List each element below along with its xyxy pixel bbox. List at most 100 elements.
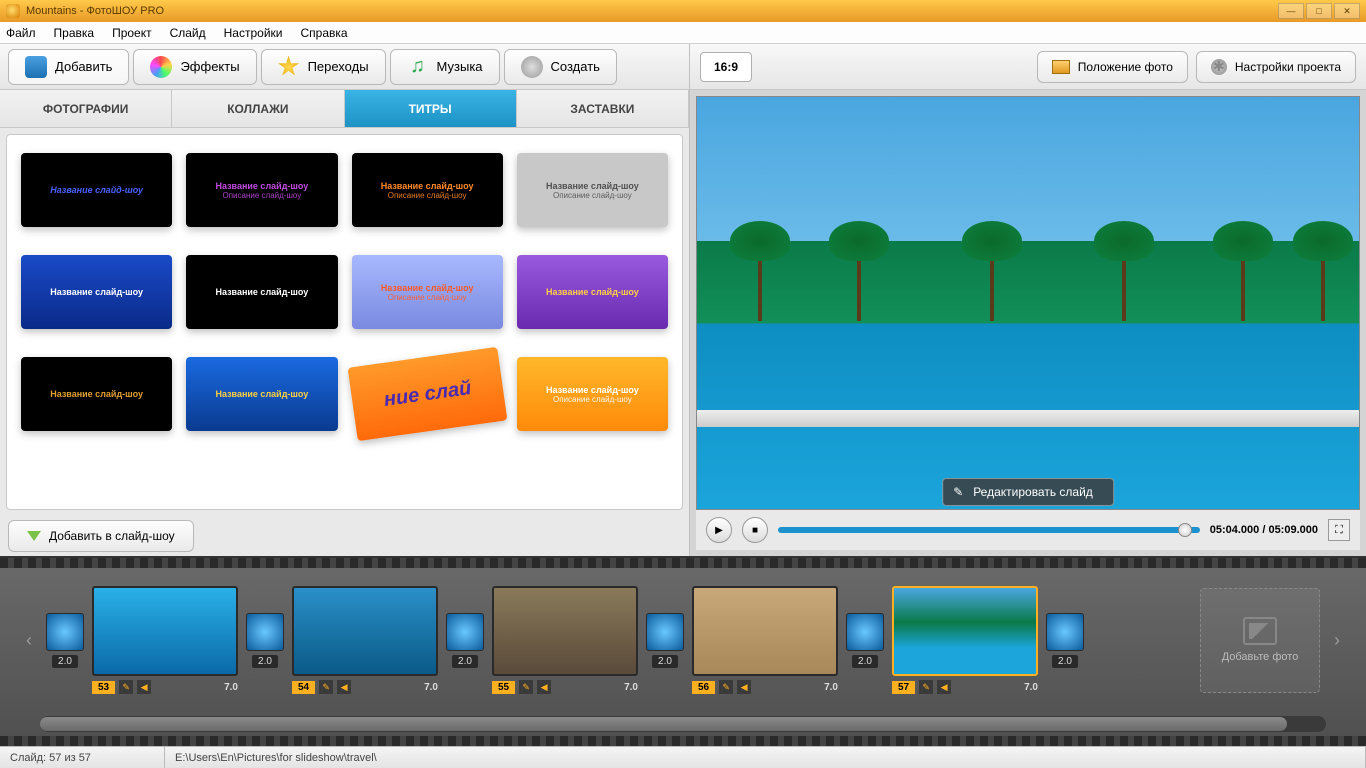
title-template-card[interactable]: Название слайд-шоу xyxy=(186,357,337,431)
slide-thumb[interactable] xyxy=(492,586,638,676)
titles-gallery[interactable]: Название слайд-шоуНазвание слайд-шоуОпис… xyxy=(6,134,683,510)
photo-position-label: Положение фото xyxy=(1078,60,1173,74)
slide-edit-icon[interactable]: ✎ xyxy=(919,680,933,694)
menu-file[interactable]: Файл xyxy=(6,26,36,40)
effects-button[interactable]: Эффекты xyxy=(133,49,256,85)
slide-duration: 7.0 xyxy=(424,682,438,693)
menu-slide[interactable]: Слайд xyxy=(170,26,206,40)
photo-position-button[interactable]: Положение фото xyxy=(1037,51,1188,83)
slide-chip: 53 ✎ ◀ 7.0 xyxy=(92,586,238,694)
transition-duration: 2.0 xyxy=(852,655,878,668)
timeline-scrollbar[interactable] xyxy=(40,716,1326,732)
title-template-card[interactable]: ние слай xyxy=(347,347,507,441)
star-icon xyxy=(278,56,300,78)
stop-button[interactable]: ■ xyxy=(742,517,768,543)
title-template-card[interactable]: Название слайд-шоу xyxy=(186,255,337,329)
transition-thumb[interactable] xyxy=(1046,613,1084,651)
timeline-next-button[interactable]: › xyxy=(1328,600,1346,680)
slide-number: 53 xyxy=(92,681,115,694)
title-card-line1: Название слайд-шоу xyxy=(546,181,639,191)
title-card-line1: Название слайд-шоу xyxy=(215,181,308,191)
title-template-card[interactable]: Название слайд-шоуОписание слайд-шоу xyxy=(517,357,668,431)
title-card-line1: Название слайд-шоу xyxy=(381,283,474,293)
slide-thumb[interactable] xyxy=(92,586,238,676)
tab-collages[interactable]: КОЛЛАЖИ xyxy=(172,90,344,127)
slide-sound-icon[interactable]: ◀ xyxy=(937,680,951,694)
music-label: Музыка xyxy=(437,59,483,74)
title-card-line1: Название слайд-шоу xyxy=(546,287,639,297)
transition-thumb[interactable] xyxy=(46,613,84,651)
title-card-line2: Описание слайд-шоу xyxy=(223,191,302,200)
timeline-prev-button[interactable]: ‹ xyxy=(20,600,38,680)
transition-chip: 2.0 xyxy=(446,613,484,668)
menu-bar: Файл Правка Проект Слайд Настройки Справ… xyxy=(0,22,1366,44)
transition-thumb[interactable] xyxy=(446,613,484,651)
right-pane: 16:9 Положение фото Настройки проекта xyxy=(690,44,1366,556)
slide-edit-icon[interactable]: ✎ xyxy=(519,680,533,694)
music-button[interactable]: ♫ Музыка xyxy=(390,49,500,85)
transition-thumb[interactable] xyxy=(246,613,284,651)
edit-slide-button[interactable]: Редактировать слайд xyxy=(942,478,1114,506)
play-button[interactable]: ▶ xyxy=(706,517,732,543)
transition-duration: 2.0 xyxy=(452,655,478,668)
project-settings-button[interactable]: Настройки проекта xyxy=(1196,51,1356,83)
transition-duration: 2.0 xyxy=(1052,655,1078,668)
close-button[interactable]: ✕ xyxy=(1334,3,1360,19)
title-card-line2: Описание слайд-шоу xyxy=(388,191,467,200)
fullscreen-button[interactable]: ⛶ xyxy=(1328,519,1350,541)
title-template-card[interactable]: Название слайд-шоуОписание слайд-шоу xyxy=(352,153,503,227)
slide-duration: 7.0 xyxy=(824,682,838,693)
title-template-card[interactable]: Название слайд-шоуОписание слайд-шоу xyxy=(352,255,503,329)
maximize-button[interactable]: □ xyxy=(1306,3,1332,19)
slide-edit-icon[interactable]: ✎ xyxy=(119,680,133,694)
transition-chip: 2.0 xyxy=(246,613,284,668)
transition-thumb[interactable] xyxy=(846,613,884,651)
title-template-card[interactable]: Название слайд-шоу xyxy=(21,153,172,227)
create-button[interactable]: Создать xyxy=(504,49,617,85)
slide-number: 55 xyxy=(492,681,515,694)
preview-image[interactable] xyxy=(696,96,1360,510)
slide-number: 57 xyxy=(892,681,915,694)
transition-duration: 2.0 xyxy=(52,655,78,668)
photo-icon xyxy=(1052,60,1070,74)
add-button[interactable]: Добавить xyxy=(8,49,129,85)
menu-settings[interactable]: Настройки xyxy=(224,26,283,40)
progress-handle[interactable] xyxy=(1178,523,1192,537)
transition-thumb[interactable] xyxy=(646,613,684,651)
status-path: E:\Users\En\Pictures\for slideshow\trave… xyxy=(165,747,1366,768)
aspect-ratio-badge[interactable]: 16:9 xyxy=(700,52,752,82)
title-template-card[interactable]: Название слайд-шоу xyxy=(21,255,172,329)
title-template-card[interactable]: Название слайд-шоуОписание слайд-шоу xyxy=(186,153,337,227)
add-to-slideshow-button[interactable]: Добавить в слайд-шоу xyxy=(8,520,194,552)
slide-thumb[interactable] xyxy=(892,586,1038,676)
add-photo-placeholder[interactable]: Добавьте фото xyxy=(1200,588,1320,693)
effects-label: Эффекты xyxy=(180,59,239,74)
tab-intros[interactable]: ЗАСТАВКИ xyxy=(517,90,689,127)
title-card-line1: Название слайд-шоу xyxy=(546,385,639,395)
title-template-card[interactable]: Название слайд-шоу xyxy=(21,357,172,431)
slide-edit-icon[interactable]: ✎ xyxy=(319,680,333,694)
slide-sound-icon[interactable]: ◀ xyxy=(337,680,351,694)
slide-thumb[interactable] xyxy=(292,586,438,676)
transition-duration: 2.0 xyxy=(652,655,678,668)
title-card-line1: Название слайд-шоу xyxy=(50,389,143,399)
tab-photos[interactable]: ФОТОГРАФИИ xyxy=(0,90,172,127)
menu-project[interactable]: Проект xyxy=(112,26,152,40)
slide-sound-icon[interactable]: ◀ xyxy=(137,680,151,694)
transitions-button[interactable]: Переходы xyxy=(261,49,386,85)
slide-edit-icon[interactable]: ✎ xyxy=(719,680,733,694)
slide-sound-icon[interactable]: ◀ xyxy=(537,680,551,694)
tab-titles[interactable]: ТИТРЫ xyxy=(345,90,517,127)
status-slide-info: Слайд: 57 из 57 xyxy=(0,747,165,768)
title-template-card[interactable]: Название слайд-шоуОписание слайд-шоу xyxy=(517,153,668,227)
title-template-card[interactable]: Название слайд-шоу xyxy=(517,255,668,329)
menu-edit[interactable]: Правка xyxy=(54,26,95,40)
menu-help[interactable]: Справка xyxy=(300,26,347,40)
transition-chip: 2.0 xyxy=(46,613,84,668)
slide-thumb[interactable] xyxy=(692,586,838,676)
slide-sound-icon[interactable]: ◀ xyxy=(737,680,751,694)
add-slideshow-bar: Добавить в слайд-шоу xyxy=(0,516,689,556)
progress-track[interactable] xyxy=(778,527,1200,533)
timeline-scrollbar-thumb[interactable] xyxy=(40,717,1287,731)
minimize-button[interactable]: — xyxy=(1278,3,1304,19)
